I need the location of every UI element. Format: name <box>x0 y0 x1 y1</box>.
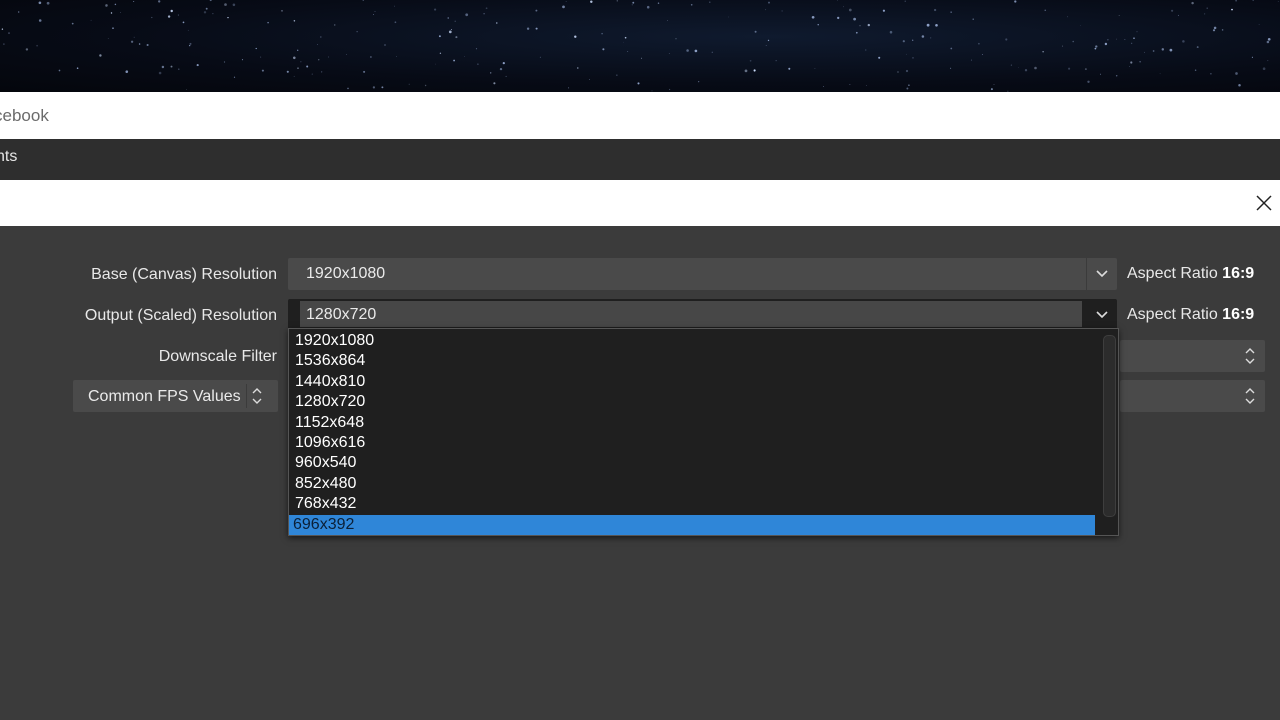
base-resolution-value: 1920x1080 <box>306 265 386 282</box>
base-resolution-combo[interactable]: 1920x1080 <box>288 258 1117 290</box>
downscale-filter-combo[interactable] <box>1120 340 1265 372</box>
output-aspect-prefix: Aspect Ratio <box>1127 306 1218 323</box>
fps-type-divider <box>246 384 247 408</box>
dropdown-scrollbar[interactable] <box>1100 333 1116 531</box>
resolution-dropdown-popup: 1920x1080 1536x864 1440x810 1280x720 115… <box>288 328 1119 536</box>
scrollbar-thumb[interactable] <box>1103 335 1116 517</box>
output-aspect-value: 16:9 <box>1222 306 1255 323</box>
close-button[interactable] <box>1250 186 1280 220</box>
output-resolution-value[interactable]: 1280x720 <box>306 306 376 324</box>
screen: cebook nts Base (Canvas) Resolution 1920… <box>0 0 1280 720</box>
base-resolution-label: Base (Canvas) Resolution <box>91 266 277 283</box>
close-icon <box>1256 195 1272 211</box>
base-aspect-ratio: Aspect Ratio 16:9 <box>1127 265 1254 283</box>
base-aspect-prefix: Aspect Ratio <box>1127 265 1218 282</box>
resolution-option-highlighted[interactable]: 696x392 <box>289 514 1095 535</box>
chevron-up-down-icon[interactable] <box>251 387 263 405</box>
chevron-up-down-icon[interactable] <box>1235 380 1265 412</box>
desktop-wallpaper <box>0 0 1280 92</box>
resolution-option[interactable]: 852x480 <box>289 474 1095 494</box>
chevron-up-down-icon[interactable] <box>1235 340 1265 372</box>
output-resolution-edit-bg <box>300 301 1082 327</box>
resolution-option[interactable]: 1280x720 <box>289 392 1095 412</box>
resolution-option-list: 1920x1080 1536x864 1440x810 1280x720 115… <box>289 331 1095 535</box>
resolution-option[interactable]: 768x432 <box>289 494 1095 514</box>
resolution-option[interactable]: 1440x810 <box>289 372 1095 392</box>
menu-item-partial[interactable]: nts <box>0 148 17 166</box>
resolution-option[interactable]: 1096x616 <box>289 433 1095 453</box>
base-aspect-value: 16:9 <box>1222 265 1255 282</box>
fps-type-value: Common FPS Values <box>88 388 241 405</box>
browser-address-bar[interactable]: cebook <box>0 92 1280 139</box>
menu-bar: nts <box>0 139 1280 181</box>
resolution-option[interactable]: 1152x648 <box>289 413 1095 433</box>
resolution-option[interactable]: 1536x864 <box>289 351 1095 371</box>
dialog-title-bar <box>0 180 1280 226</box>
chevron-down-icon[interactable] <box>1086 258 1117 290</box>
resolution-option[interactable]: 1920x1080 <box>289 331 1095 351</box>
fps-value-combo[interactable] <box>1120 380 1265 412</box>
address-text: cebook <box>0 106 49 125</box>
output-aspect-ratio: Aspect Ratio 16:9 <box>1127 306 1254 324</box>
resolution-option[interactable]: 960x540 <box>289 453 1095 473</box>
fps-type-combo[interactable]: Common FPS Values <box>73 380 278 412</box>
output-resolution-combo[interactable]: 1280x720 <box>288 299 1117 331</box>
downscale-filter-label: Downscale Filter <box>158 348 277 365</box>
chevron-down-icon[interactable] <box>1087 299 1117 331</box>
output-resolution-label: Output (Scaled) Resolution <box>84 307 277 324</box>
